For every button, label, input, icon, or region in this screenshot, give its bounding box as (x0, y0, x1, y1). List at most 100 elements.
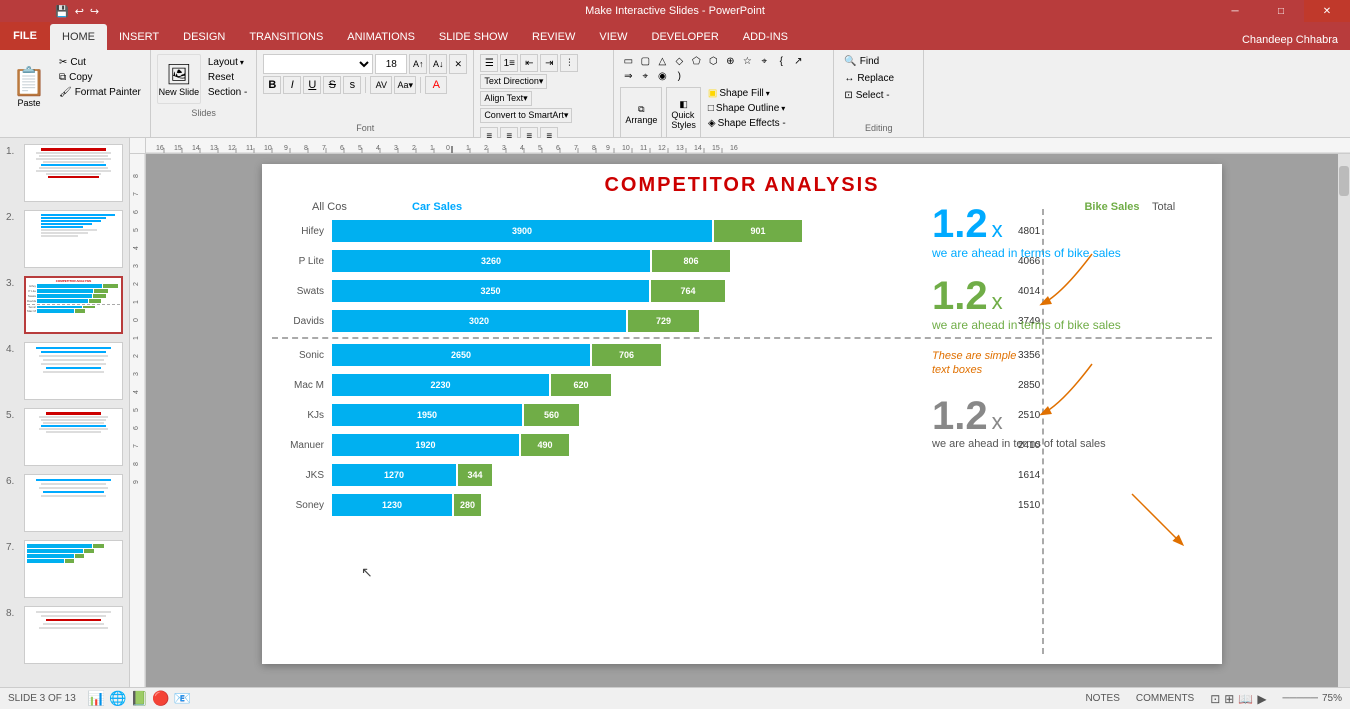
change-case-button[interactable]: Aa▾ (394, 76, 416, 94)
tab-transitions[interactable]: TRANSITIONS (237, 24, 335, 50)
zoom-control[interactable]: ───── 75% (1283, 693, 1342, 704)
tab-view[interactable]: VIEW (587, 24, 639, 50)
normal-view-icon[interactable]: ⊡ (1210, 692, 1220, 706)
vertical-scrollbar[interactable] (1338, 154, 1350, 687)
reset-button[interactable]: Reset (205, 71, 250, 84)
car-bar-swats: 3250 (332, 280, 649, 302)
font-size-input[interactable] (375, 54, 407, 74)
smartart-btn[interactable]: Convert to SmartArt▾ (480, 108, 572, 123)
char-spacing-button[interactable]: AV (370, 76, 392, 94)
rounded-rect-icon[interactable]: ▢ (637, 54, 653, 68)
italic-button[interactable]: I (283, 76, 301, 94)
shadow-button[interactable]: s (343, 76, 361, 94)
slide-sorter-icon[interactable]: ⊞ (1224, 692, 1234, 706)
paste-label: Paste (17, 98, 40, 108)
tab-home[interactable]: HOME (50, 24, 107, 50)
reading-view-icon[interactable]: 📖 (1238, 692, 1253, 706)
chart-title: COMPETITOR ANALYSIS (262, 164, 1222, 201)
align-text-btn[interactable]: Align Text▾ (480, 91, 531, 106)
file-button[interactable]: FILE (0, 22, 50, 50)
shape-icon-6[interactable]: ⬡ (705, 54, 721, 68)
rect-icon[interactable]: ▭ (620, 54, 636, 68)
shape-icon-9[interactable]: ⌖ (756, 54, 772, 68)
slide-thumb-5[interactable]: 5. (4, 406, 125, 468)
car-bar-davids: 3020 (332, 310, 626, 332)
layout-button[interactable]: Layout▾ (205, 56, 250, 69)
underline-button[interactable]: U (303, 76, 321, 94)
slide-thumb-7[interactable]: 7. (4, 538, 125, 600)
window-controls: ─ □ ✕ (1212, 0, 1350, 22)
shape-icon-5[interactable]: ⬠ (688, 54, 704, 68)
svg-text:15: 15 (712, 145, 720, 152)
slide-thumb-3[interactable]: 3. COMPETITOR ANALYSIS Hifey P Lite (4, 274, 125, 336)
tab-developer[interactable]: DEVELOPER (640, 24, 731, 50)
shape-icon-8[interactable]: ☆ (739, 54, 755, 68)
strikethrough-button[interactable]: S (323, 76, 341, 94)
slide-canvas[interactable]: ↖ COMPETITOR ANALYSIS All Cos Car Sales … (146, 154, 1338, 687)
format-painter-button[interactable]: 🖌 Format Painter (56, 86, 144, 99)
svg-text:13: 13 (210, 145, 218, 152)
maximize-btn[interactable]: □ (1258, 0, 1304, 22)
increase-indent-btn[interactable]: ⇥ (540, 54, 558, 72)
tab-animations[interactable]: ANIMATIONS (335, 24, 427, 50)
cut-button[interactable]: ✂ Cut (56, 56, 144, 69)
tab-review[interactable]: REVIEW (520, 24, 587, 50)
svg-text:3: 3 (133, 372, 140, 376)
bullet-list-btn[interactable]: ☰ (480, 54, 498, 72)
find-button[interactable]: 🔍 Find (840, 54, 917, 69)
quick-styles-button[interactable]: ◧ Quick Styles (666, 87, 701, 141)
shape-effects-button[interactable]: ◈ Shape Effects - (705, 117, 789, 130)
decrease-indent-btn[interactable]: ⇤ (520, 54, 538, 72)
minimize-btn[interactable]: ─ (1212, 0, 1258, 22)
chart-label-sonic: Sonic (272, 350, 332, 361)
shape-icon-12[interactable]: ⇒ (620, 69, 636, 83)
shape-icon-15[interactable]: ) (671, 69, 687, 83)
clear-format-btn[interactable]: ✕ (449, 54, 467, 74)
car-bar-kjs: 1950 (332, 404, 522, 426)
decrease-font-btn[interactable]: A↓ (429, 54, 447, 74)
slide-thumb-1[interactable]: 1. (4, 142, 125, 204)
slide-thumb-6[interactable]: 6. (4, 472, 125, 534)
section-button[interactable]: Section - (205, 86, 250, 99)
bold-button[interactable]: B (263, 76, 281, 94)
slide-thumb-8[interactable]: 8. (4, 604, 125, 666)
presenter-view-icon[interactable]: ▶ (1257, 692, 1266, 706)
columns-btn[interactable]: ⫶ (560, 54, 578, 72)
font-color-button[interactable]: A (425, 76, 447, 94)
numbered-list-btn[interactable]: 1≡ (500, 54, 518, 72)
font-name-select[interactable] (263, 54, 373, 74)
redo-icon[interactable]: ↪ (90, 5, 99, 18)
increase-font-btn[interactable]: A↑ (409, 54, 427, 74)
tab-slideshow[interactable]: SLIDE SHOW (427, 24, 520, 50)
new-slide-button[interactable]: 🖼 New Slide (157, 54, 201, 104)
shape-icon-13[interactable]: ⌖ (637, 69, 653, 83)
slide-thumb-4[interactable]: 4. (4, 340, 125, 402)
copy-button[interactable]: ⧉ Copy (56, 71, 144, 84)
shape-icon-7[interactable]: ⊕ (722, 54, 738, 68)
arrange-button[interactable]: ⧉ Arrange (620, 87, 662, 141)
tab-addins[interactable]: ADD-INS (731, 24, 800, 50)
paste-button[interactable]: 📋 Paste (6, 54, 52, 118)
select-button[interactable]: ⊡ Select - (840, 88, 917, 103)
powerpoint-icon: 📊 (88, 690, 105, 707)
shape-icon-10[interactable]: { (773, 54, 789, 68)
slide-thumb-2[interactable]: 2. (4, 208, 125, 270)
replace-button[interactable]: ↔ Replace (840, 71, 917, 86)
big-x-3: x (992, 409, 1003, 435)
svg-text:12: 12 (228, 145, 236, 152)
font-group: A↑ A↓ ✕ B I U S s AV Aa▾ A Font (257, 50, 474, 137)
shape-fill-button[interactable]: ▣ Shape Fill▾ (705, 87, 789, 100)
shape-icon-3[interactable]: △ (654, 54, 670, 68)
close-btn[interactable]: ✕ (1304, 0, 1350, 22)
shape-outline-button[interactable]: □ Shape Outline▾ (705, 102, 789, 115)
shape-icon-4[interactable]: ◇ (671, 54, 687, 68)
tab-design[interactable]: DESIGN (171, 24, 237, 50)
undo-icon[interactable]: ↩ (75, 5, 84, 18)
shape-icon-11[interactable]: ↗ (790, 54, 806, 68)
save-icon[interactable]: 💾 (55, 5, 69, 18)
text-dir-btn[interactable]: Text Direction▾ (480, 74, 547, 89)
comments-btn[interactable]: COMMENTS (1136, 693, 1194, 704)
shape-icon-14[interactable]: ◉ (654, 69, 670, 83)
notes-btn[interactable]: NOTES (1085, 693, 1119, 704)
tab-insert[interactable]: INSERT (107, 24, 171, 50)
